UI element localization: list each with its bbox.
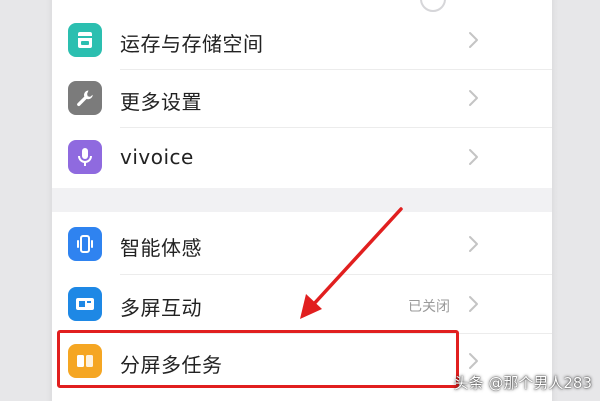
watermark: 头条 @那个男人283 (453, 374, 592, 392)
annotation-arrow-icon (300, 207, 403, 319)
